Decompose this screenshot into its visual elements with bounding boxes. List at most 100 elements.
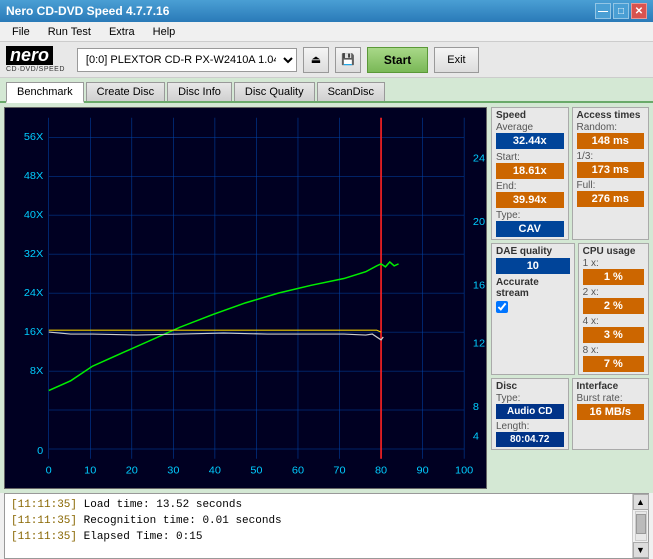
disc-type-label: Type:	[496, 393, 564, 404]
nero-dvd-subtext: CD·DVD/SPEED	[6, 66, 65, 73]
tab-disc-quality[interactable]: Disc Quality	[234, 82, 315, 101]
main-content: 56X 48X 40X 32X 24X 16X 8X 0 24 20 16 12…	[0, 103, 653, 493]
cpu-x8-label: 8 x:	[583, 345, 644, 356]
close-button[interactable]: ✕	[631, 3, 647, 19]
end-label: End:	[496, 181, 564, 192]
title-bar: Nero CD-DVD Speed 4.7.7.16 — □ ✕	[0, 0, 653, 22]
save-button[interactable]: 💾	[335, 47, 361, 73]
disc-length-value: 80:04.72	[496, 432, 564, 447]
dae-section: DAE quality 10 Accurate stream	[491, 243, 575, 375]
interface-section: Interface Burst rate: 16 MB/s	[572, 378, 650, 450]
menu-run-test[interactable]: Run Test	[40, 24, 99, 40]
disc-label: Disc	[496, 381, 564, 392]
svg-text:0: 0	[46, 466, 52, 476]
svg-text:100: 100	[455, 466, 473, 476]
svg-text:80: 80	[375, 466, 387, 476]
svg-text:20: 20	[126, 466, 138, 476]
scroll-thumb[interactable]	[636, 514, 646, 534]
disc-length-label: Length:	[496, 421, 564, 432]
svg-text:24X: 24X	[24, 289, 44, 299]
speed-label: Speed	[496, 110, 564, 121]
svg-text:12: 12	[473, 339, 485, 349]
accurate-stream-row	[496, 301, 570, 313]
speed-access-row: Speed Average 32.44x Start: 18.61x End: …	[491, 107, 649, 240]
svg-text:32X: 32X	[24, 250, 44, 260]
full-label: Full:	[577, 180, 645, 191]
toolbar: nero CD·DVD/SPEED [0:0] PLEXTOR CD-R PX-…	[0, 42, 653, 78]
type-value: CAV	[496, 221, 564, 237]
interface-label: Interface	[577, 381, 645, 392]
accurate-stream-checkbox[interactable]	[496, 301, 508, 313]
burst-rate-value: 16 MB/s	[577, 404, 645, 420]
dae-quality-label: DAE quality	[496, 246, 570, 257]
svg-text:20: 20	[473, 217, 485, 227]
menu-file[interactable]: File	[4, 24, 38, 40]
svg-text:56X: 56X	[24, 133, 44, 143]
svg-text:90: 90	[417, 466, 429, 476]
average-label: Average	[496, 122, 564, 133]
tab-scandisc[interactable]: ScanDisc	[317, 82, 385, 101]
speed-section: Speed Average 32.44x Start: 18.61x End: …	[491, 107, 569, 240]
start-button[interactable]: Start	[367, 47, 428, 73]
cpu-x2-label: 2 x:	[583, 287, 644, 298]
svg-text:40X: 40X	[24, 211, 44, 221]
cpu-x8-value: 7 %	[583, 356, 644, 372]
end-value: 39.94x	[496, 192, 564, 208]
log-scrollbar[interactable]: ▲ ▼	[632, 494, 648, 558]
dae-cpu-row: DAE quality 10 Accurate stream CPU usage…	[491, 243, 649, 375]
log-time-2: [11:11:35]	[11, 515, 77, 527]
cpu-x2-value: 2 %	[583, 298, 644, 314]
side-panel: Speed Average 32.44x Start: 18.61x End: …	[491, 107, 649, 489]
cpu-x4-label: 4 x:	[583, 316, 644, 327]
log-text-2: Recognition time: 0.01 seconds	[84, 515, 282, 527]
menu-help[interactable]: Help	[145, 24, 184, 40]
menu-extra[interactable]: Extra	[101, 24, 143, 40]
svg-text:10: 10	[84, 466, 96, 476]
log-line-2: [11:11:35] Recognition time: 0.01 second…	[11, 513, 626, 529]
scroll-track	[635, 511, 647, 541]
svg-text:24: 24	[473, 154, 485, 164]
svg-text:48X: 48X	[24, 172, 44, 182]
menu-bar: File Run Test Extra Help	[0, 22, 653, 42]
maximize-button[interactable]: □	[613, 3, 629, 19]
cpu-x1-label: 1 x:	[583, 258, 644, 269]
cpu-usage-section: CPU usage 1 x: 1 % 2 x: 2 % 4 x: 3 % 8 x…	[578, 243, 649, 375]
window-controls: — □ ✕	[595, 3, 647, 19]
accurate-stream-label: Accurate stream	[496, 277, 570, 299]
tab-bar: Benchmark Create Disc Disc Info Disc Qua…	[0, 78, 653, 103]
dae-quality-value: 10	[496, 258, 570, 274]
tab-benchmark[interactable]: Benchmark	[6, 82, 84, 103]
svg-text:4: 4	[473, 432, 479, 442]
svg-text:40: 40	[209, 466, 221, 476]
minimize-button[interactable]: —	[595, 3, 611, 19]
tab-create-disc[interactable]: Create Disc	[86, 82, 165, 101]
cpu-x1-value: 1 %	[583, 269, 644, 285]
log-line-3: [11:11:35] Elapsed Time: 0:15	[11, 529, 626, 545]
nero-brand-text: nero	[6, 46, 53, 66]
disc-section: Disc Type: Audio CD Length: 80:04.72	[491, 378, 569, 450]
full-value: 276 ms	[577, 191, 645, 207]
svg-text:0: 0	[37, 446, 43, 456]
exit-button[interactable]: Exit	[434, 47, 478, 73]
scroll-down-button[interactable]: ▼	[633, 542, 649, 558]
scroll-up-button[interactable]: ▲	[633, 494, 649, 510]
svg-text:8X: 8X	[30, 366, 43, 376]
random-value: 148 ms	[577, 133, 645, 149]
svg-text:50: 50	[250, 466, 262, 476]
log-text-3: Elapsed Time: 0:15	[84, 531, 203, 543]
nero-logo: nero CD·DVD/SPEED	[6, 46, 65, 74]
tab-disc-info[interactable]: Disc Info	[167, 82, 232, 101]
chart-svg: 56X 48X 40X 32X 24X 16X 8X 0 24 20 16 12…	[5, 108, 486, 488]
log-area: [11:11:35] Load time: 13.52 seconds [11:…	[4, 493, 649, 559]
drive-selector[interactable]: [0:0] PLEXTOR CD-R PX-W2410A 1.04	[77, 48, 297, 72]
log-line-1: [11:11:35] Load time: 13.52 seconds	[11, 497, 626, 513]
access-times-label: Access times	[577, 110, 645, 121]
one-third-label: 1/3:	[577, 151, 645, 162]
log-time-1: [11:11:35]	[11, 499, 77, 511]
cpu-x4-value: 3 %	[583, 327, 644, 343]
svg-text:30: 30	[167, 466, 179, 476]
start-label: Start:	[496, 152, 564, 163]
log-content: [11:11:35] Load time: 13.52 seconds [11:…	[5, 494, 632, 558]
average-value: 32.44x	[496, 133, 564, 149]
eject-button[interactable]: ⏏	[303, 47, 329, 73]
